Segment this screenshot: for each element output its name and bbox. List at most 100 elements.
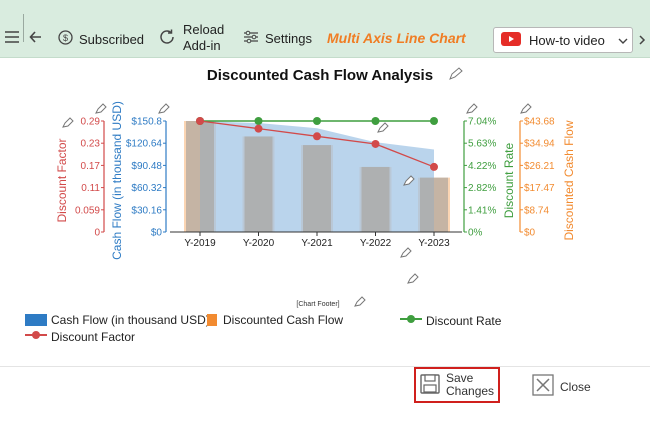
y-axis-title: Discounted Cash Flow bbox=[562, 120, 576, 240]
discount-rate-point bbox=[313, 117, 321, 125]
legend-item-discount-rate[interactable]: Discount Rate bbox=[400, 313, 501, 328]
x-tick-label: Y-2019 bbox=[184, 238, 216, 249]
edit-pencil-shape bbox=[407, 273, 419, 284]
y-tick-label: $17.47 bbox=[524, 183, 555, 194]
scroll-right-icon[interactable] bbox=[636, 27, 648, 53]
subscribed-button[interactable]: $ Subscribed bbox=[58, 30, 144, 48]
discount-factor-point bbox=[371, 139, 380, 148]
save-icon bbox=[420, 373, 440, 397]
y-tick-label: 0.059 bbox=[75, 205, 100, 216]
y-tick-label: $43.68 bbox=[524, 117, 555, 128]
edit-pencil-shape bbox=[466, 103, 478, 114]
edit-pencil-icon[interactable] bbox=[62, 117, 74, 128]
legend-item-cash-flow[interactable]: Cash Flow (in thousand USD) bbox=[25, 313, 210, 327]
settings-button[interactable]: Settings bbox=[243, 30, 312, 47]
y-tick-label: 0.11 bbox=[81, 183, 100, 194]
close-label: Close bbox=[560, 379, 591, 394]
settings-label: Settings bbox=[265, 31, 312, 46]
x-tick-label: Y-2020 bbox=[243, 238, 275, 249]
y-tick-label: 5.63% bbox=[468, 139, 496, 150]
y-tick-label: $60.32 bbox=[131, 183, 162, 194]
y-tick-label: 0.29 bbox=[81, 117, 101, 128]
y-tick-label: $26.21 bbox=[524, 161, 555, 172]
x-tick-label: Y-2021 bbox=[301, 238, 333, 249]
svg-text:$: $ bbox=[63, 33, 68, 43]
edit-pencil-shape bbox=[377, 122, 389, 133]
y-axis-title: Discount Factor bbox=[55, 138, 69, 222]
edit-pencil-icon[interactable] bbox=[407, 273, 419, 284]
chart-title: Discounted Cash Flow Analysis bbox=[207, 67, 433, 84]
y-axis-title: Cash Flow (in thousand USD) bbox=[110, 101, 124, 260]
back-icon[interactable] bbox=[29, 30, 43, 44]
footer-divider bbox=[0, 366, 650, 367]
changes-label: Changes bbox=[446, 384, 495, 398]
y-tick-label: 0.23 bbox=[81, 139, 101, 150]
chevron-down-icon bbox=[618, 33, 628, 48]
edit-pencil-icon[interactable] bbox=[520, 103, 532, 114]
close-button[interactable]: Close bbox=[532, 374, 591, 399]
edit-pencil-icon[interactable] bbox=[400, 247, 412, 258]
brand-title: Multi Axis Line Chart bbox=[327, 30, 466, 46]
edit-pencil-shape bbox=[62, 117, 74, 128]
legend-label: Cash Flow (in thousand USD) bbox=[51, 313, 210, 327]
dollar-icon: $ bbox=[58, 30, 73, 48]
edit-pencil-icon[interactable] bbox=[377, 122, 389, 133]
y-tick-label: $34.94 bbox=[524, 139, 555, 150]
reload-label: Reload bbox=[183, 22, 225, 37]
save-changes-button[interactable]: Save Changes bbox=[414, 367, 500, 403]
chart-footer: [Chart Footer] bbox=[296, 301, 339, 308]
reload-addin-button[interactable]: Reload Add-in bbox=[158, 22, 224, 54]
y-tick-label: $8.74 bbox=[524, 205, 549, 216]
edit-pencil-icon[interactable] bbox=[158, 103, 170, 114]
discount-rate-point bbox=[430, 117, 438, 125]
reload-icon bbox=[158, 28, 176, 49]
howto-video-button[interactable]: How-to video bbox=[493, 27, 633, 53]
y-tick-label: $0 bbox=[151, 228, 163, 239]
sliders-icon bbox=[243, 30, 259, 47]
youtube-icon bbox=[501, 31, 521, 49]
legend-label: Discounted Cash Flow bbox=[223, 313, 344, 327]
edit-pencil-shape bbox=[95, 103, 107, 114]
dcf-bar-overlay bbox=[244, 136, 273, 232]
y-tick-label: $90.48 bbox=[131, 161, 162, 172]
edit-pencil-shape bbox=[400, 247, 412, 258]
toolbar-divider bbox=[23, 14, 24, 42]
y-tick-label: $150.8 bbox=[131, 117, 162, 128]
y-tick-label: $120.64 bbox=[126, 139, 163, 150]
legend-swatch-line-icon bbox=[25, 329, 47, 344]
legend-item-discount-factor[interactable]: Discount Factor bbox=[25, 329, 135, 344]
legend-swatch-bar-icon bbox=[207, 314, 217, 326]
subscribed-label: Subscribed bbox=[79, 31, 145, 47]
y-tick-label: 2.82% bbox=[468, 183, 496, 194]
edit-pencil-icon[interactable] bbox=[466, 103, 478, 114]
legend-swatch-line-icon bbox=[400, 313, 422, 328]
edit-footer-icon[interactable] bbox=[354, 296, 366, 307]
menu-icon[interactable] bbox=[4, 30, 20, 44]
y-tick-label: 0% bbox=[468, 228, 483, 239]
x-tick-label: Y-2022 bbox=[360, 238, 392, 249]
dcf-bar-overlay bbox=[186, 121, 214, 232]
legend-label: Discount Factor bbox=[51, 329, 136, 344]
edit-pencil-shape bbox=[520, 103, 532, 114]
y-tick-label: 4.22% bbox=[468, 161, 496, 172]
y-tick-label: $30.16 bbox=[131, 205, 162, 216]
edit-title-icon[interactable] bbox=[449, 67, 463, 80]
y-tick-label: 0.17 bbox=[81, 161, 101, 172]
y-axis-title: Discount Rate bbox=[502, 142, 516, 218]
legend-label: Discount Rate bbox=[426, 313, 502, 328]
y-tick-label: $0 bbox=[524, 228, 536, 239]
close-icon bbox=[532, 374, 554, 399]
toolbar: $ Subscribed Reload Add-in Settings Mult… bbox=[0, 0, 650, 58]
y-tick-label: 0 bbox=[94, 228, 100, 239]
plot-area bbox=[184, 117, 450, 232]
y-tick-label: 7.04% bbox=[468, 117, 496, 128]
discount-rate-point bbox=[371, 117, 380, 125]
discount-factor-point bbox=[196, 117, 204, 125]
edit-pencil-icon[interactable] bbox=[95, 103, 107, 114]
howto-label: How-to video bbox=[529, 32, 605, 48]
legend-item-discounted-cash-flow[interactable]: Discounted Cash Flow bbox=[207, 313, 343, 327]
dcf-bar-overlay bbox=[361, 166, 390, 232]
x-tick-label: Y-2023 bbox=[418, 238, 450, 249]
addin-label: Add-in bbox=[183, 38, 221, 53]
edit-pencil-shape bbox=[158, 103, 170, 114]
